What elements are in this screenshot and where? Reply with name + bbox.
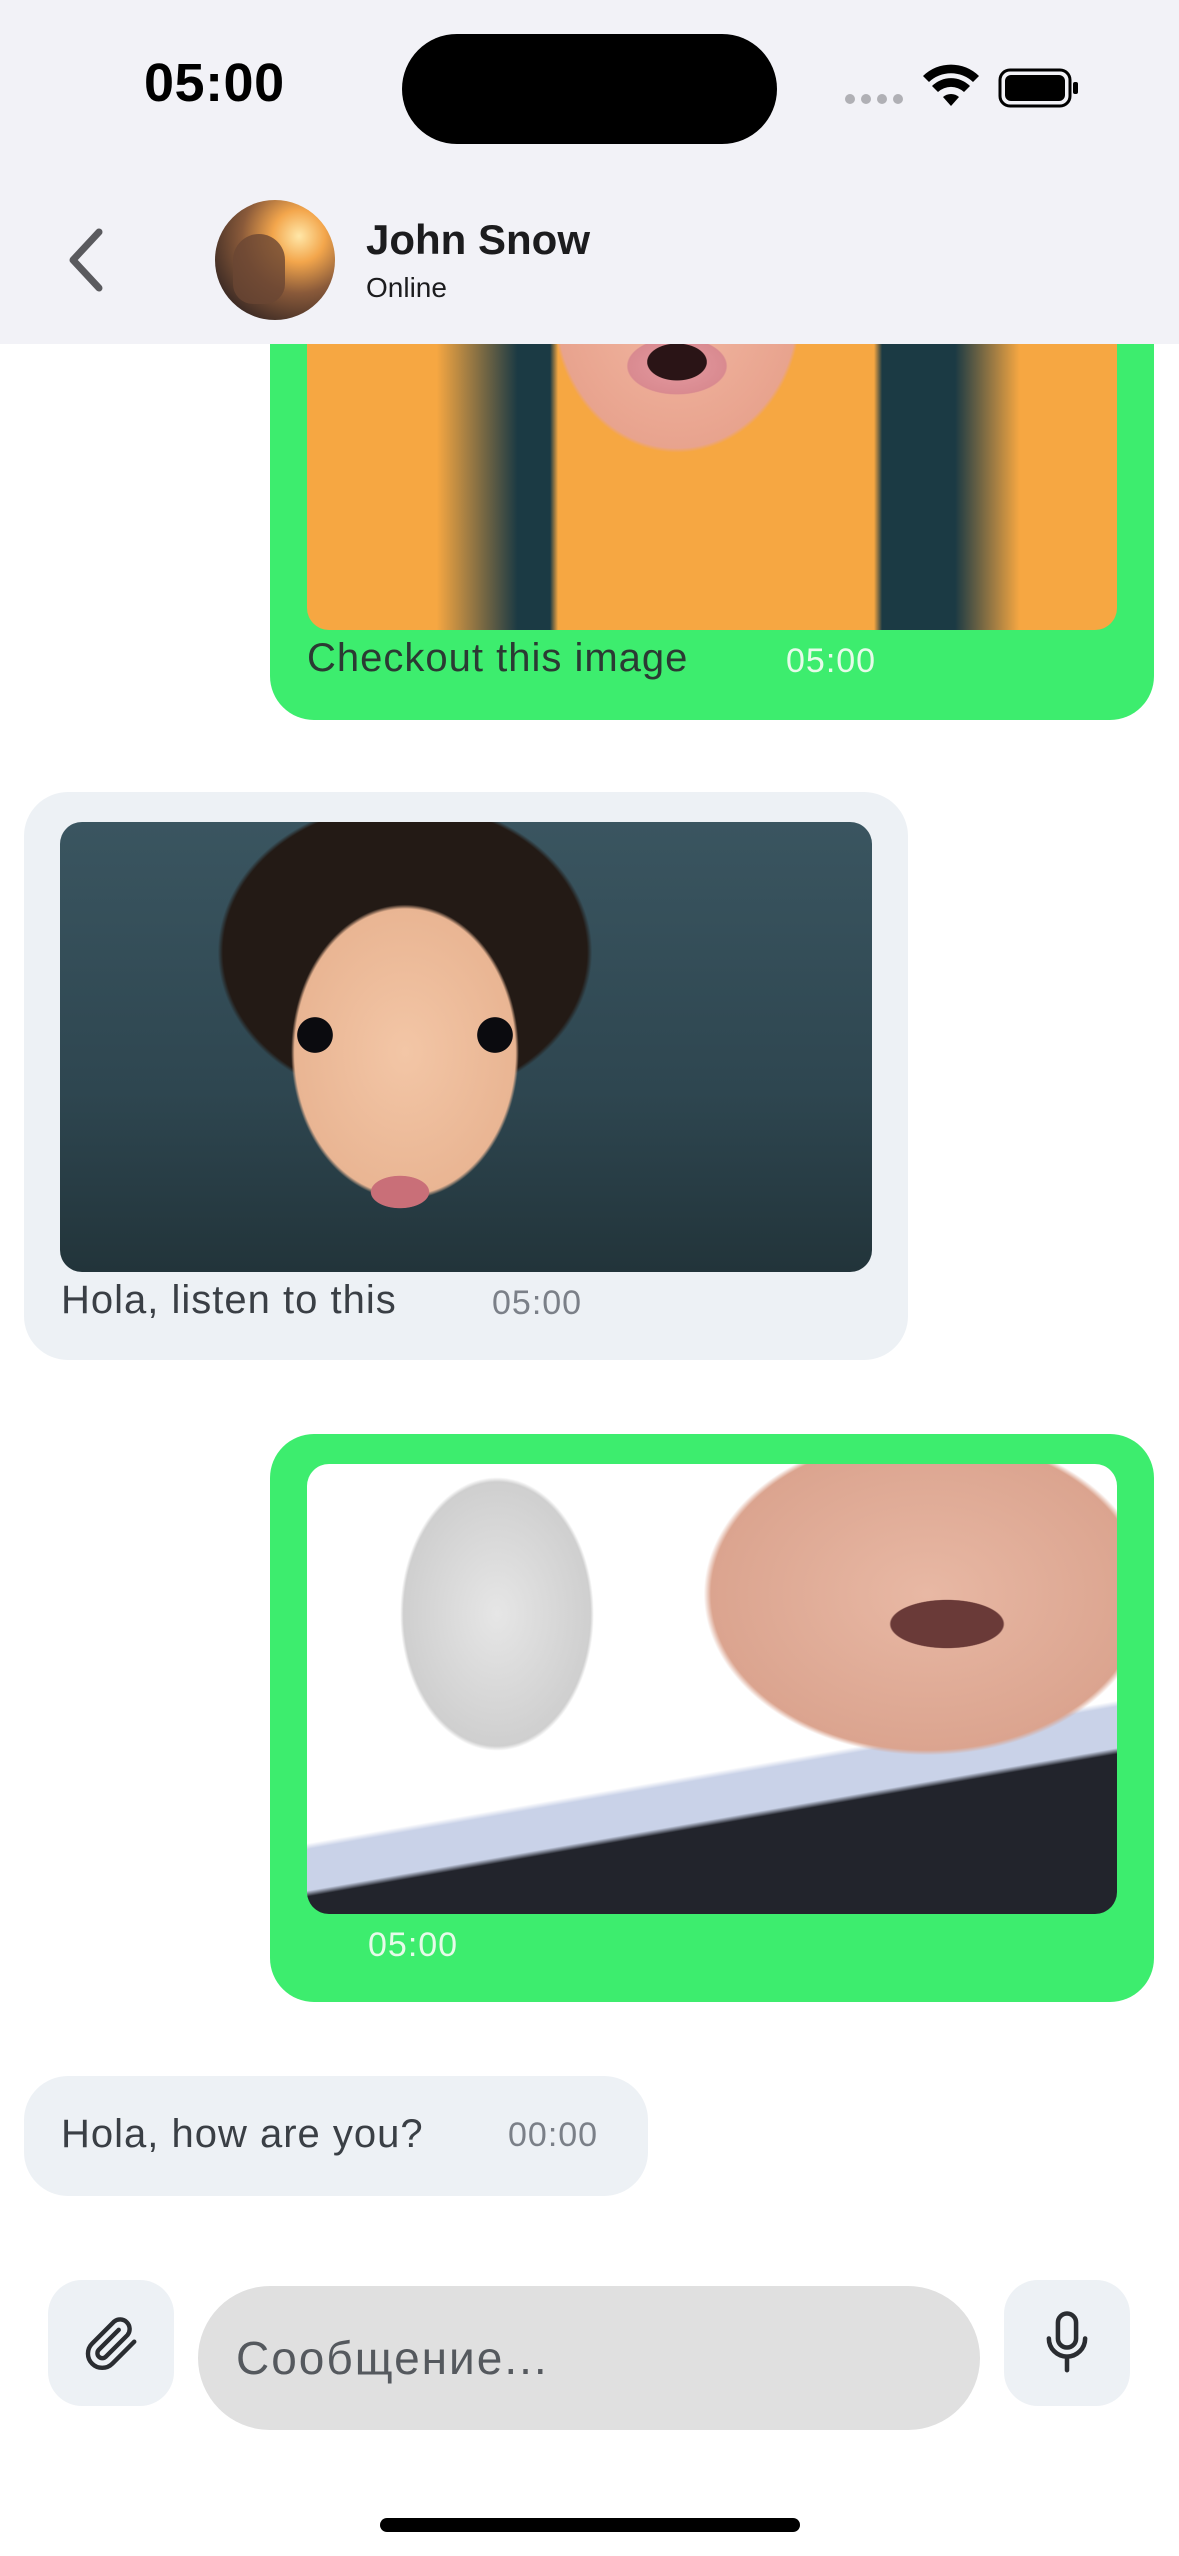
paperclip-icon — [85, 2317, 137, 2371]
avatar[interactable] — [215, 200, 335, 320]
message-bubble-outgoing[interactable]: 05:00 — [270, 1434, 1154, 2002]
message-time: 00:00 — [508, 2116, 599, 2154]
message-text: Hola, how are you? — [61, 2112, 424, 2156]
message-time: 05:00 — [786, 642, 877, 680]
message-bubble-outgoing[interactable]: Checkout this image 05:00 — [270, 300, 1154, 720]
back-button[interactable] — [52, 220, 122, 300]
message-time: 05:00 — [368, 1926, 459, 1964]
dynamic-island — [402, 34, 777, 144]
home-indicator[interactable] — [380, 2518, 800, 2532]
status-time: 05:00 — [144, 53, 285, 113]
battery-icon — [998, 68, 1078, 108]
microphone-button[interactable] — [1004, 2280, 1130, 2406]
message-image[interactable] — [307, 1464, 1117, 1914]
attach-button[interactable] — [48, 2280, 174, 2406]
message-bubble-incoming[interactable]: Hola, how are you? 00:00 — [24, 2076, 648, 2196]
message-input[interactable] — [198, 2286, 980, 2430]
message-bubble-incoming[interactable]: Hola, listen to this 05:00 — [24, 792, 908, 1360]
message-text: Hola, listen to this — [61, 1278, 397, 1322]
cellular-signal-icon — [845, 94, 903, 104]
microphone-icon — [1046, 2311, 1088, 2373]
message-image[interactable] — [60, 822, 872, 1272]
chevron-left-icon — [69, 228, 103, 292]
contact-status: Online — [366, 272, 447, 303]
chat-screen: Checkout this image 05:00 Hola, listen t… — [0, 0, 1179, 2556]
contact-name[interactable]: John Snow — [366, 216, 590, 264]
message-time: 05:00 — [492, 1284, 583, 1322]
message-text: Checkout this image — [307, 636, 689, 680]
chat-header: 05:00 John Snow Online — [0, 0, 1179, 344]
message-image[interactable] — [307, 300, 1117, 630]
wifi-icon — [923, 64, 979, 106]
